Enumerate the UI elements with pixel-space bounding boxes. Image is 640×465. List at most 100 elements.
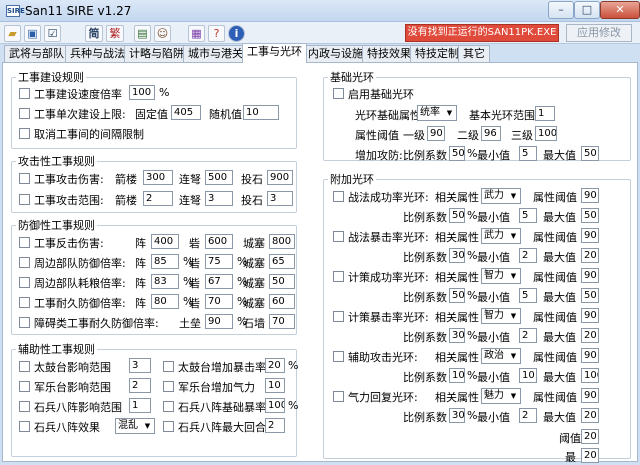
save-icon[interactable]: ▣	[24, 25, 41, 42]
tab-other[interactable]: 其它	[458, 45, 490, 63]
aux-row-checkbox[interactable]	[19, 381, 30, 392]
defense-row-checkbox[interactable]	[19, 317, 30, 328]
database-icon[interactable]: ▤	[134, 25, 151, 42]
aux-value-input[interactable]: 2	[265, 418, 285, 433]
aux-row-checkbox[interactable]	[19, 361, 30, 372]
attack-damage-checkbox[interactable]	[19, 173, 30, 184]
aux-value-input[interactable]: 2	[129, 378, 151, 393]
extra-max-input[interactable]: 50	[581, 208, 599, 223]
formation-effect-select[interactable]: 混乱 ▼	[115, 418, 155, 434]
build-random-input[interactable]: 10	[243, 105, 279, 120]
tab-domestic[interactable]: 内政与设施	[303, 45, 368, 63]
aux-value-input[interactable]: 20	[265, 358, 285, 373]
extra-aura-checkbox[interactable]	[333, 391, 344, 402]
extra-threshold-input[interactable]: 90	[581, 228, 599, 243]
extra-attribute-select[interactable]: 武力 ▼	[481, 188, 521, 204]
extra-min-input[interactable]: 5	[519, 288, 537, 303]
extra-ratio-input[interactable]: 30	[449, 248, 465, 263]
extra-threshold-input[interactable]: 90	[581, 388, 599, 403]
aura-lv3-input[interactable]: 100	[535, 126, 557, 141]
extra-attribute-select[interactable]: 武力 ▼	[481, 228, 521, 244]
extra-min-input[interactable]: 5	[519, 208, 537, 223]
extra-ratio-input[interactable]: 30	[449, 328, 465, 343]
traditional-chinese-button[interactable]: 繁	[106, 25, 124, 42]
defense-value-input[interactable]: 65	[269, 254, 295, 269]
aura-range-input[interactable]: 1	[535, 106, 555, 121]
extra-threshold-input[interactable]: 90	[581, 308, 599, 323]
checklist-icon[interactable]: ☑	[44, 25, 61, 42]
stone-range-input[interactable]: 3	[267, 191, 293, 206]
extra-ratio-input[interactable]: 50	[449, 288, 465, 303]
defense-value-input[interactable]: 60	[269, 294, 295, 309]
aux-row-checkbox[interactable]	[19, 401, 30, 412]
extra-attribute-select[interactable]: 智力 ▼	[481, 308, 521, 324]
build-fixed-input[interactable]: 405	[171, 105, 201, 120]
defense-value-input[interactable]: 800	[269, 234, 295, 249]
aux-row-checkbox[interactable]	[163, 421, 174, 432]
crossbow-range-input[interactable]: 3	[205, 191, 233, 206]
extra-attribute-select[interactable]: 智力 ▼	[481, 268, 521, 284]
aux-row-checkbox[interactable]	[19, 421, 30, 432]
defense-row-checkbox[interactable]	[19, 277, 30, 288]
aura-lv1-input[interactable]: 90	[427, 126, 445, 141]
build-speed-input[interactable]: 100	[129, 85, 155, 100]
extra-ratio-input[interactable]: 30	[449, 408, 465, 423]
extra-max-input[interactable]: 100	[581, 368, 599, 383]
defense-value-input[interactable]: 75	[205, 254, 233, 269]
extra-max-input[interactable]: 20	[581, 328, 599, 343]
extra-min-input[interactable]: 2	[519, 408, 537, 423]
defense-row-checkbox[interactable]	[19, 257, 30, 268]
info-icon[interactable]: i	[228, 25, 245, 42]
extra-threshold-input[interactable]: 90	[581, 188, 599, 203]
minimize-button[interactable]: –	[548, 1, 574, 19]
defense-value-input[interactable]: 70	[205, 294, 233, 309]
defense-value-input[interactable]: 85	[151, 254, 179, 269]
extra-min-input[interactable]: 10	[519, 368, 537, 383]
defense-value-input[interactable]: 50	[269, 274, 295, 289]
enable-aura-checkbox[interactable]	[333, 88, 344, 99]
defense-value-input[interactable]: 600	[205, 234, 233, 249]
crossbow-damage-input[interactable]: 500	[205, 170, 233, 185]
tab-skill-effects[interactable]: 特技效果	[362, 45, 416, 63]
attack-range-checkbox[interactable]	[19, 194, 30, 205]
build-speed-checkbox[interactable]	[19, 88, 30, 99]
tab-structures[interactable]: 工事与光环	[242, 43, 307, 63]
extra-aura-checkbox[interactable]	[333, 351, 344, 362]
extra-max-input[interactable]: 50	[581, 288, 599, 303]
cancel-interval-checkbox[interactable]	[19, 128, 30, 139]
extra-attribute-select[interactable]: 政治 ▼	[481, 348, 521, 364]
tab-troops[interactable]: 兵种与战法	[65, 45, 130, 63]
extra-min-input[interactable]: 2	[519, 248, 537, 263]
extra-attribute-select[interactable]: 魅力 ▼	[481, 388, 521, 404]
tab-skill-custom[interactable]: 特技定制	[410, 45, 464, 63]
defense-row-checkbox[interactable]	[19, 237, 30, 248]
tail-min-input[interactable]: 20	[581, 448, 599, 463]
extra-aura-checkbox[interactable]	[333, 191, 344, 202]
defense-value-input[interactable]: 70	[269, 314, 295, 329]
extra-threshold-input[interactable]: 90	[581, 348, 599, 363]
tab-strategy[interactable]: 计略与陷阱	[124, 45, 189, 63]
aura-ratio-input[interactable]: 50	[449, 146, 465, 161]
defense-value-input[interactable]: 90	[205, 314, 233, 329]
open-folder-icon[interactable]: ▰	[4, 25, 21, 42]
general-portrait-icon[interactable]: ☺	[154, 25, 171, 42]
aux-row-checkbox[interactable]	[163, 381, 174, 392]
defense-value-input[interactable]: 80	[151, 294, 179, 309]
help-icon[interactable]: ?	[208, 25, 225, 42]
maximize-button[interactable]: □	[574, 1, 600, 19]
apply-changes-button[interactable]: 应用修改	[566, 24, 632, 42]
arrow-range-input[interactable]: 2	[143, 191, 173, 206]
aura-attribute-select[interactable]: 统率 ▼	[417, 105, 457, 121]
defense-value-input[interactable]: 83	[151, 274, 179, 289]
extra-threshold-input[interactable]: 90	[581, 268, 599, 283]
tab-cities[interactable]: 城市与港关	[183, 45, 248, 63]
tab-generals[interactable]: 武将与部队	[4, 45, 69, 63]
extra-ratio-input[interactable]: 50	[449, 208, 465, 223]
defense-row-checkbox[interactable]	[19, 297, 30, 308]
defense-value-input[interactable]: 67	[205, 274, 233, 289]
aux-row-checkbox[interactable]	[163, 361, 174, 372]
aura-min-input[interactable]: 5	[519, 146, 537, 161]
stone-damage-input[interactable]: 900	[267, 170, 293, 185]
build-limit-checkbox[interactable]	[19, 108, 30, 119]
extra-aura-checkbox[interactable]	[333, 231, 344, 242]
